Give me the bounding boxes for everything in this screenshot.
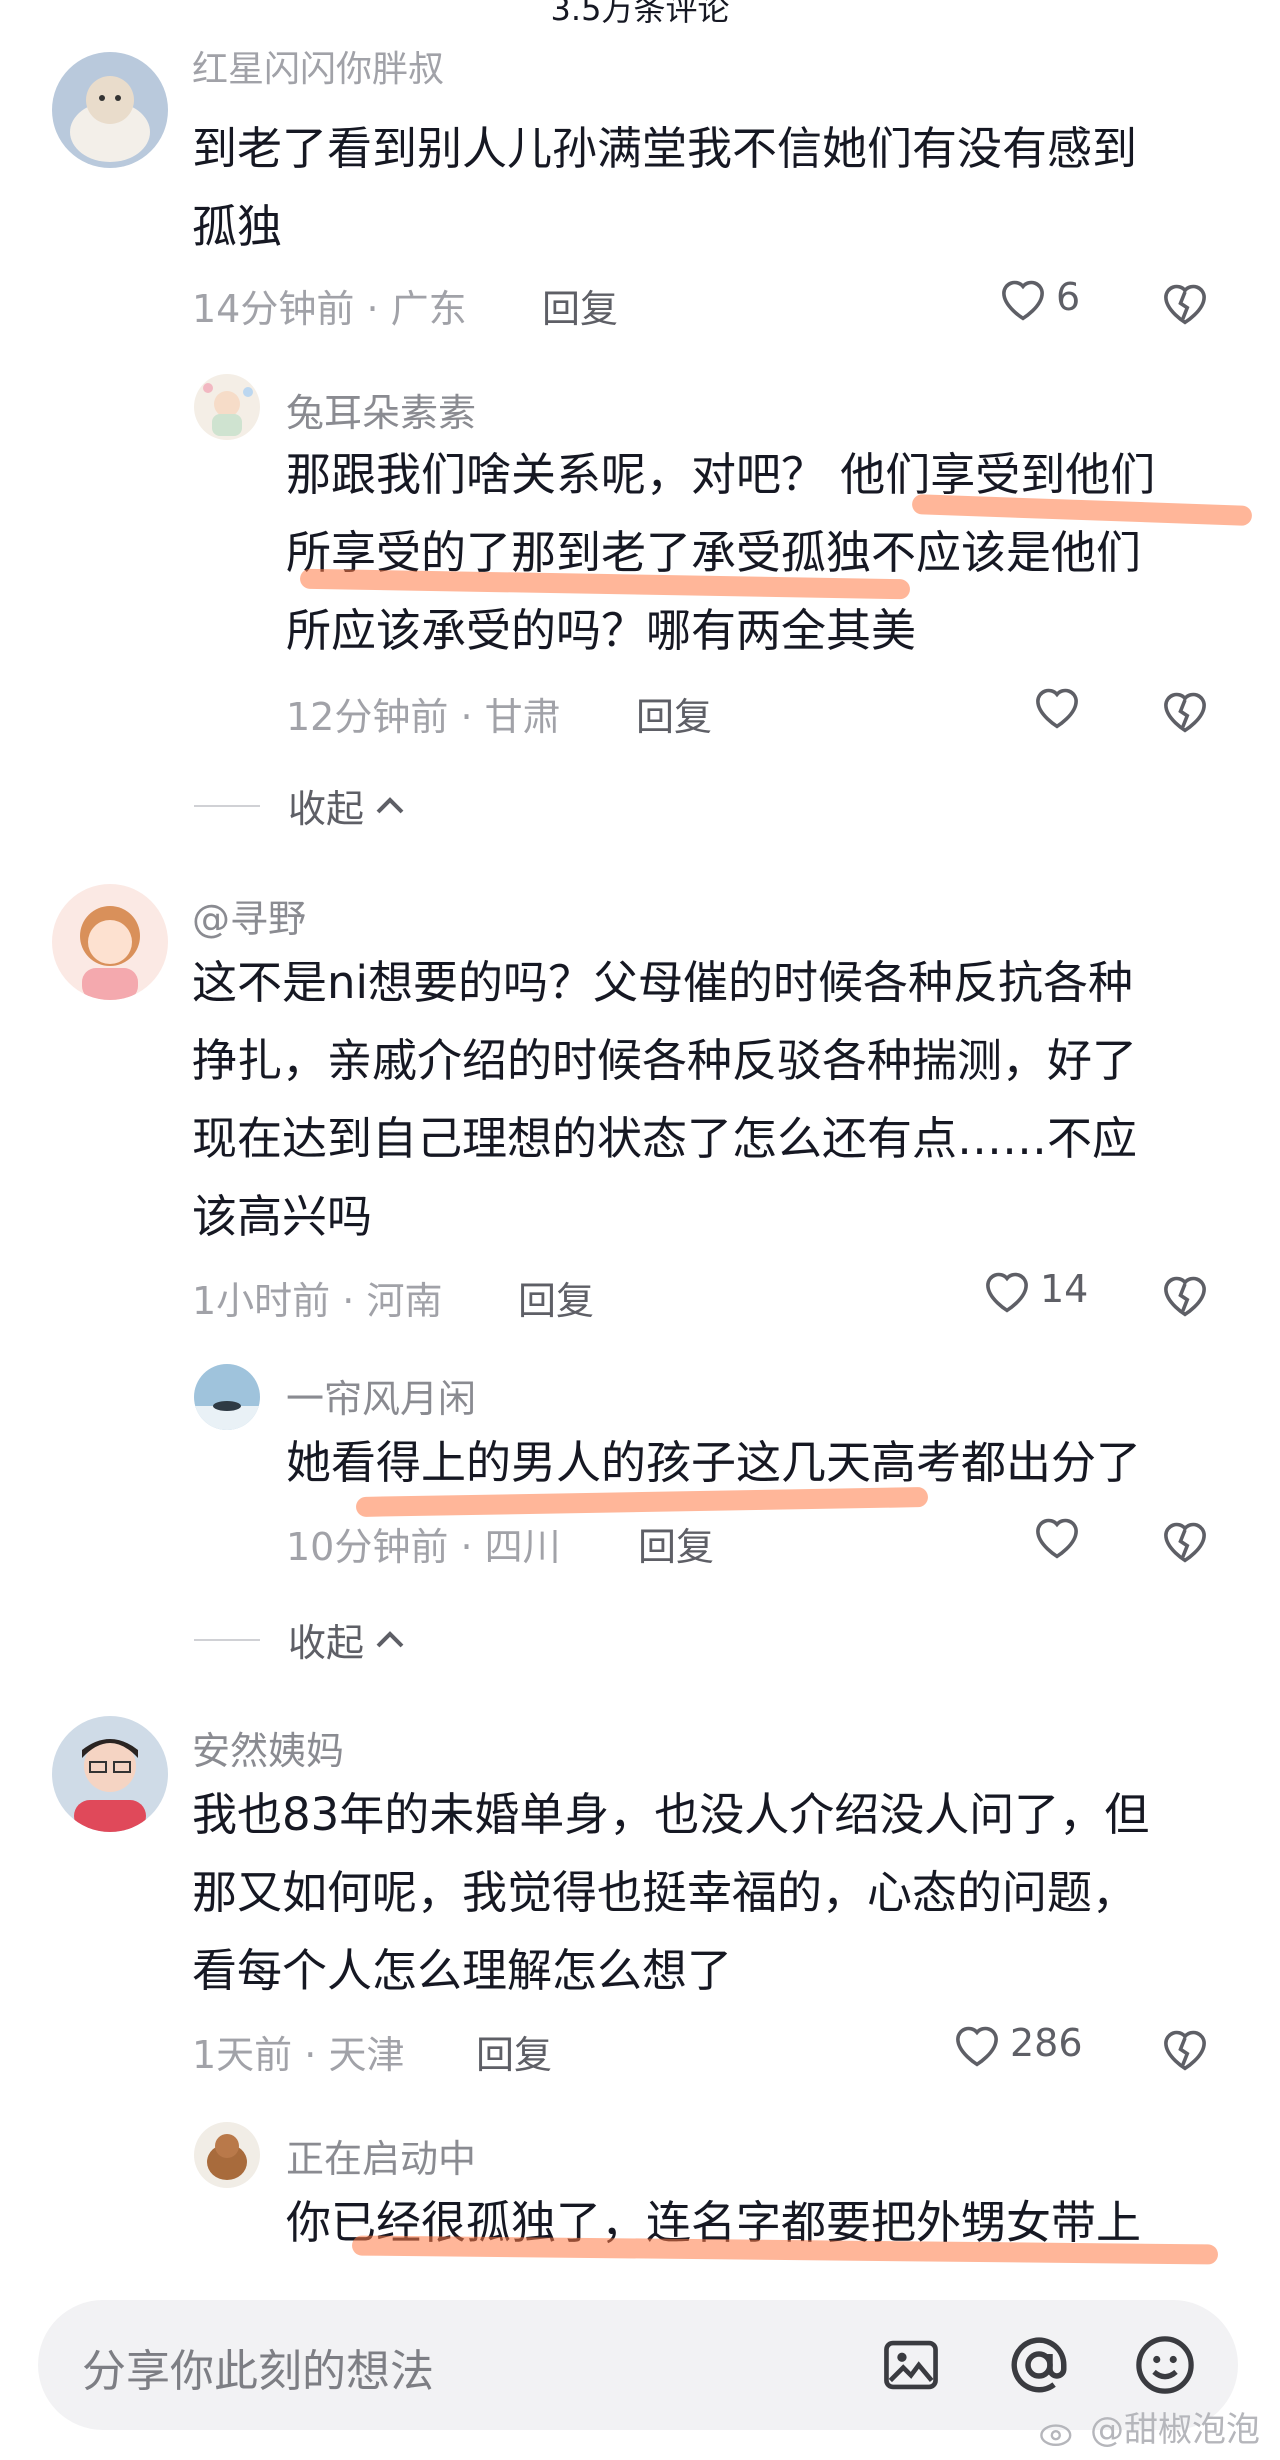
heart-icon xyxy=(1002,280,1044,321)
reply-meta: 12分钟前 · 甘肃 xyxy=(286,695,561,739)
reply-text-line: 所应该承受的吗？哪有两全其美 xyxy=(286,604,917,657)
dislike-icon[interactable] xyxy=(1158,1514,1212,1564)
reply-meta: 10分钟前 · 四川 xyxy=(286,1525,561,1569)
heart-icon xyxy=(956,2026,998,2067)
heart-icon xyxy=(1036,688,1078,729)
comment-text-line: 看每个人怎么理解怎么想了 xyxy=(192,1944,733,1997)
comment-input-placeholder[interactable]: 分享你此刻的想法 xyxy=(82,2335,434,2399)
comment-text: 我也83年的未婚单身，也没人介绍没人问了，但 那又如何呢，我觉得也挺幸福的，心态… xyxy=(192,1776,1252,2010)
dislike-icon[interactable] xyxy=(1158,1268,1212,1318)
watermark: @甜椒泡泡 xyxy=(1039,2402,1260,2451)
like-button[interactable] xyxy=(1030,680,1084,730)
reply-text: 那跟我们啥关系呢，对吧？ 他们享受到他们 所享受的了那到老了承受孤独不应该是他们… xyxy=(286,436,1246,670)
chevron-up-icon xyxy=(376,1630,404,1647)
reply-button[interactable]: 回复 xyxy=(542,278,618,333)
like-button[interactable]: 6 xyxy=(996,272,1080,322)
comment-location: 广东 xyxy=(390,287,467,331)
weibo-icon xyxy=(1040,2423,1072,2446)
comment-username[interactable]: 红星闪闪你胖叔 xyxy=(192,40,444,92)
comment-text: 到老了看到别人儿孙满堂我不信她们有没有感到 孤独 xyxy=(192,110,1232,266)
like-button[interactable]: 286 xyxy=(950,2018,1083,2068)
reply-username[interactable]: 正在启动中 xyxy=(286,2128,476,2183)
reply-time: 12分钟前 xyxy=(286,695,449,739)
comment-meta: 1小时前 · 河南 xyxy=(192,1279,443,1323)
reply-button[interactable]: 回复 xyxy=(638,1516,714,1571)
dislike-icon[interactable] xyxy=(1158,2022,1212,2072)
like-button[interactable]: 14 xyxy=(980,1264,1088,1314)
heart-icon xyxy=(1036,1518,1078,1559)
like-count: 6 xyxy=(1056,275,1081,319)
collapse-replies-button[interactable]: 收起 xyxy=(194,778,410,833)
like-count: 286 xyxy=(1010,2021,1083,2065)
dislike-icon[interactable] xyxy=(1158,276,1212,326)
reply-username[interactable]: 兔耳朵素素 xyxy=(286,382,476,437)
at-icon[interactable] xyxy=(1006,2332,1072,2398)
reply-button[interactable]: 回复 xyxy=(476,2024,552,2079)
comment-text-line: 那又如何呢，我觉得也挺幸福的，心态的问题， xyxy=(192,1866,1138,1919)
like-count: 14 xyxy=(1040,1267,1089,1311)
reply-username[interactable]: 一帘风月闲 xyxy=(286,1368,476,1423)
avatar[interactable] xyxy=(52,884,168,1000)
watermark-text: @甜椒泡泡 xyxy=(1090,2410,1260,2450)
comment-location: 天津 xyxy=(328,2033,405,2077)
reply-button[interactable]: 回复 xyxy=(636,686,712,741)
collapse-label: 收起 xyxy=(288,1621,365,1665)
comment-text: 这不是ni想要的吗？父母催的时候各种反抗各种 挣扎，亲戚介绍的时候各种反驳各种揣… xyxy=(192,944,1252,1256)
like-button[interactable] xyxy=(1030,1510,1084,1560)
avatar[interactable] xyxy=(194,1364,260,1430)
comment-meta: 1天前 · 天津 xyxy=(192,2033,405,2077)
comment-time: 1小时前 xyxy=(192,1279,331,1323)
comment-text-line: 现在达到自己理想的状态了怎么还有点……不应 xyxy=(192,1112,1138,1165)
divider xyxy=(194,804,260,807)
comment-text-line: 该高兴吗 xyxy=(192,1190,373,1243)
collapse-label: 收起 xyxy=(288,787,365,831)
divider xyxy=(194,1638,260,1641)
comment-text-line: 孤独 xyxy=(192,200,283,253)
emoji-icon[interactable] xyxy=(1132,2332,1198,2398)
comment-text-line: 这不是ni想要的吗？父母催的时候各种反抗各种 xyxy=(192,956,1134,1009)
comment-text-line: 到老了看到别人儿孙满堂我不信她们有没有感到 xyxy=(192,122,1138,175)
reply-button[interactable]: 回复 xyxy=(518,1270,594,1325)
comment-location: 河南 xyxy=(366,1279,443,1323)
comment-username[interactable]: @寻野 xyxy=(192,888,306,943)
comment-text-line: 我也83年的未婚单身，也没人介绍没人问了，但 xyxy=(192,1788,1150,1841)
comment-text-line: 挣扎，亲戚介绍的时候各种反驳各种揣测，好了 xyxy=(192,1034,1138,1087)
comment-meta: 14分钟前 · 广东 xyxy=(192,287,467,331)
reply-location: 甘肃 xyxy=(484,695,561,739)
avatar[interactable] xyxy=(52,52,168,168)
chevron-up-icon xyxy=(376,796,404,813)
comment-username[interactable]: 安然姨妈 xyxy=(192,1720,344,1775)
avatar[interactable] xyxy=(194,2122,260,2188)
comment-time: 14分钟前 xyxy=(192,287,355,331)
collapse-replies-button[interactable]: 收起 xyxy=(194,1612,410,1667)
dislike-icon[interactable] xyxy=(1158,684,1212,734)
comment-time: 1天前 xyxy=(192,2033,293,2077)
reply-location: 四川 xyxy=(484,1525,561,1569)
comments-count-title: 3.5万条评论 xyxy=(550,0,730,28)
avatar[interactable] xyxy=(52,1716,168,1832)
reply-time: 10分钟前 xyxy=(286,1525,449,1569)
heart-icon xyxy=(986,1272,1028,1313)
avatar[interactable] xyxy=(194,374,260,440)
image-icon[interactable] xyxy=(880,2334,942,2396)
